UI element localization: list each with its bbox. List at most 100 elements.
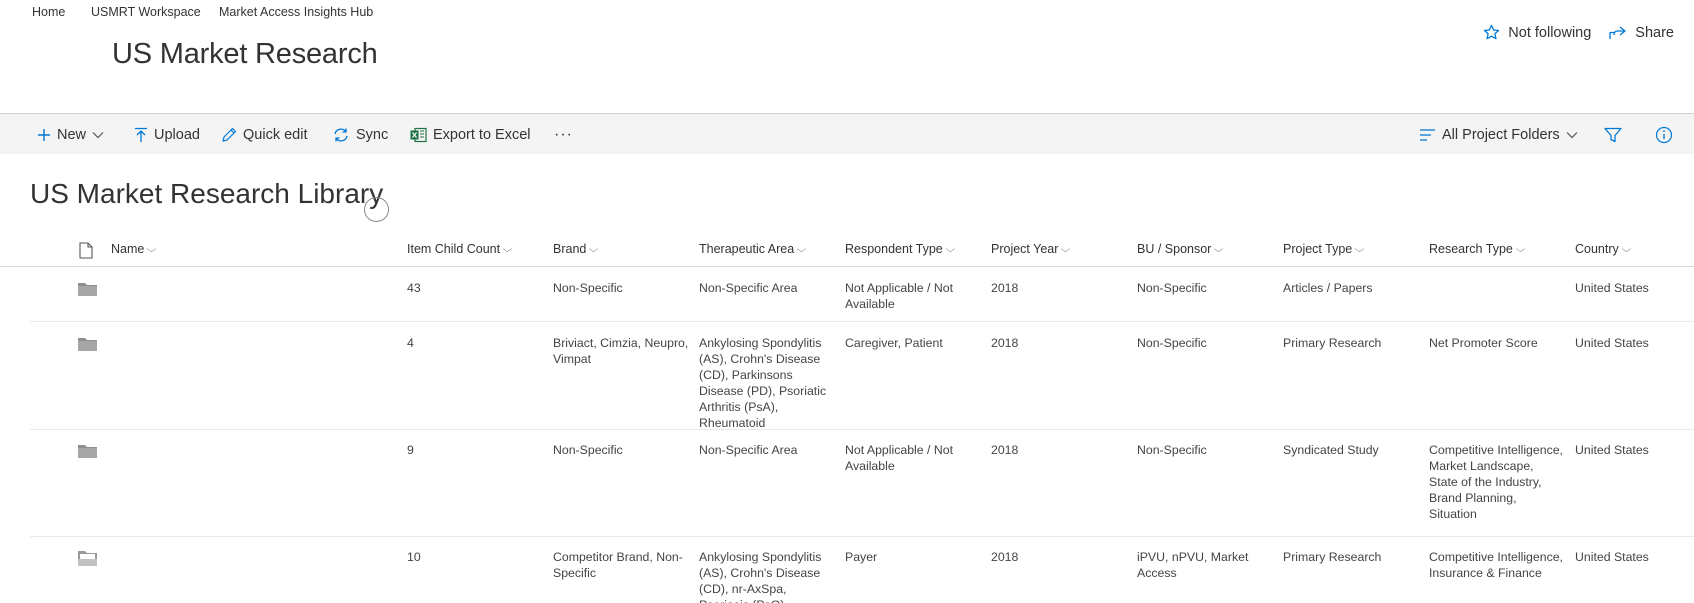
column-header-name[interactable]: Name ⌵ [111, 242, 157, 256]
folder-icon [78, 443, 97, 463]
pencil-icon [221, 127, 237, 143]
cell-country: United States [1575, 336, 1649, 350]
chevron-down-icon: ⌵ [1354, 243, 1365, 254]
share-label: Share [1635, 24, 1674, 41]
column-header-label: Project Type [1283, 242, 1353, 256]
new-button[interactable]: New [37, 114, 104, 155]
cell-therapeutic-area: Non-Specific Area [699, 443, 798, 457]
cell-respondent-type: Not Applicable / Not Available [845, 443, 953, 473]
upload-button[interactable]: Upload [134, 114, 200, 155]
cell-brand: Non-Specific [553, 281, 623, 295]
export-label: Export to Excel [433, 126, 531, 143]
cell-bu-sponsor: Non-Specific [1137, 443, 1207, 457]
cell-therapeutic-area: Ankylosing Spondylitis (AS), Crohn's Dis… [699, 550, 822, 603]
chevron-down-icon: ⌵ [1621, 243, 1631, 254]
chevron-down-icon: ⌵ [146, 243, 157, 254]
chevron-down-icon: ⌵ [588, 243, 599, 254]
cell-therapeutic-area: Ankylosing Spondylitis (AS), Crohn's Dis… [699, 336, 827, 430]
column-header-item-child-count[interactable]: Item Child Count ⌵ [407, 242, 512, 256]
chevron-down-icon: ⌵ [1213, 243, 1224, 254]
cell-country: United States [1575, 281, 1649, 295]
chevron-down-icon: ⌵ [796, 243, 807, 254]
column-header-country[interactable]: Country ⌵ [1575, 242, 1631, 256]
cell-therapeutic-area: Non-Specific Area [699, 281, 798, 295]
folder-icon [78, 281, 97, 301]
table-row[interactable]: 4 Briviact, Cimzia, Neupro, Vimpat Ankyl… [30, 323, 1694, 430]
export-to-excel-button[interactable]: Export to Excel [410, 114, 531, 155]
plus-icon [37, 128, 51, 142]
filter-button[interactable] [1604, 114, 1622, 155]
site-title: US Market Research [112, 38, 378, 70]
column-header-project-type[interactable]: Project Type ⌵ [1283, 242, 1365, 256]
column-header-label: Respondent Type [845, 242, 943, 256]
folder-open-icon [78, 550, 97, 571]
cell-project-type: Primary Research [1283, 550, 1382, 564]
sync-button[interactable]: Sync [332, 114, 388, 155]
cell-item-child-count: 43 [407, 281, 421, 295]
breadcrumb: Home USMRT Workspace Market Access Insig… [0, 0, 1694, 26]
file-type-header-icon[interactable] [79, 242, 93, 264]
column-header-therapeutic-area[interactable]: Therapeutic Area ⌵ [699, 242, 807, 256]
loading-spinner-icon [364, 197, 389, 222]
chevron-down-icon [92, 131, 104, 139]
quick-edit-button[interactable]: Quick edit [221, 114, 307, 155]
column-header-label: Name [111, 242, 145, 256]
cell-country: United States [1575, 443, 1649, 457]
cell-project-type: Syndicated Study [1283, 443, 1379, 457]
column-header-label: Therapeutic Area [699, 242, 795, 256]
chevron-down-icon: ⌵ [945, 243, 955, 254]
command-bar: New Upload Quick edit Sync Export to Exc… [0, 113, 1694, 154]
cell-project-year: 2018 [991, 281, 1019, 295]
star-icon [1483, 24, 1500, 41]
upload-icon [134, 127, 148, 143]
cell-research-type: Competitive Intelligence, Insurance & Fi… [1429, 550, 1563, 580]
nav-link-home[interactable]: Home [32, 5, 65, 19]
cell-project-type: Primary Research [1283, 336, 1382, 350]
follow-button[interactable]: Not following [1483, 24, 1591, 41]
upload-label: Upload [154, 126, 200, 143]
chevron-down-icon: ⌵ [1515, 243, 1526, 254]
cell-research-type: Net Promoter Score [1429, 336, 1538, 350]
column-header-label: Project Year [991, 242, 1059, 256]
table-row[interactable]: 10 Competitor Brand, Non-Specific Ankylo… [30, 537, 1694, 603]
column-header-research-type[interactable]: Research Type ⌵ [1429, 242, 1526, 256]
library-title: US Market Research Library [30, 178, 384, 209]
info-icon [1655, 126, 1673, 144]
column-header-label: Country [1575, 242, 1619, 256]
cell-research-type: Competitive Intelligence, Market Landsca… [1429, 443, 1563, 521]
sync-icon [332, 127, 350, 143]
column-header-brand[interactable]: Brand ⌵ [553, 242, 599, 256]
nav-link-market-access-insights-hub[interactable]: Market Access Insights Hub [219, 5, 373, 19]
view-lines-icon [1419, 128, 1436, 142]
chevron-down-icon: ⌵ [1061, 243, 1071, 254]
nav-link-usmrt-workspace[interactable]: USMRT Workspace [91, 5, 201, 19]
share-button[interactable]: Share [1609, 25, 1674, 41]
cell-bu-sponsor: Non-Specific [1137, 281, 1207, 295]
view-selector[interactable]: All Project Folders [1419, 114, 1578, 155]
cell-item-child-count: 10 [407, 550, 421, 564]
info-button[interactable] [1655, 114, 1673, 155]
follow-label: Not following [1508, 24, 1592, 41]
table-row[interactable]: 43 Non-Specific Non-Specific Area Not Ap… [30, 268, 1694, 322]
cell-country: United States [1575, 550, 1649, 564]
list-header: Name ⌵ Item Child Count ⌵ Brand ⌵ Therapeut… [0, 236, 1694, 267]
column-header-label: Brand [553, 242, 587, 256]
cell-project-year: 2018 [991, 443, 1019, 457]
quick-edit-label: Quick edit [243, 126, 308, 143]
cell-bu-sponsor: Non-Specific [1137, 336, 1207, 350]
more-commands-button[interactable]: ··· [554, 114, 573, 155]
share-icon [1609, 25, 1627, 41]
sync-label: Sync [356, 126, 389, 143]
view-label: All Project Folders [1442, 126, 1560, 143]
cell-brand: Briviact, Cimzia, Neupro, Vimpat [553, 336, 689, 366]
column-header-project-year[interactable]: Project Year ⌵ [991, 242, 1071, 256]
table-row[interactable]: 9 Non-Specific Non-Specific Area Not App… [30, 430, 1694, 537]
cell-item-child-count: 4 [407, 336, 414, 350]
cell-project-year: 2018 [991, 550, 1019, 564]
cell-brand: Non-Specific [553, 443, 623, 457]
cell-respondent-type: Payer [845, 550, 878, 564]
cell-project-type: Articles / Papers [1283, 281, 1373, 295]
column-header-bu-sponsor[interactable]: BU / Sponsor ⌵ [1137, 242, 1224, 256]
column-header-respondent-type[interactable]: Respondent Type ⌵ [845, 242, 955, 256]
column-header-label: Item Child Count [407, 242, 501, 256]
